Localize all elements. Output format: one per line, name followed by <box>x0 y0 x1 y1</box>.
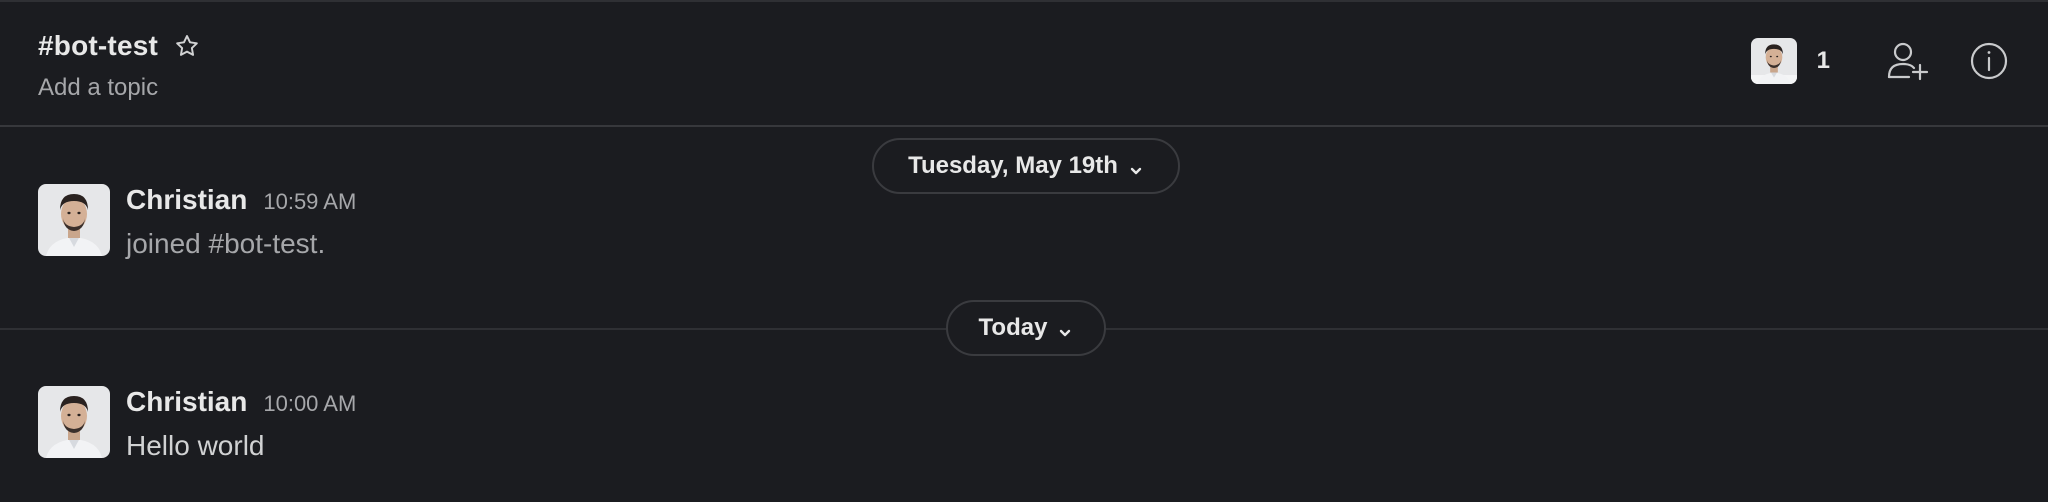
add-user-icon[interactable] <box>1884 38 1930 84</box>
message-body: Christian 10:59 AM joined #bot-test. <box>126 184 356 260</box>
message-meta: Christian 10:59 AM <box>126 184 356 220</box>
header-actions: 1 <box>1750 38 2012 84</box>
channel-header: #bot-test Add a topic 1 <box>0 2 2048 127</box>
message-author[interactable]: Christian <box>126 386 247 418</box>
date-divider-button[interactable]: Tuesday, May 19th <box>872 138 1180 194</box>
channel-view: #bot-test Add a topic 1 Tuesday, May 19t… <box>0 0 2048 502</box>
chevron-down-icon <box>1128 158 1144 175</box>
star-icon[interactable] <box>174 33 200 59</box>
avatar[interactable] <box>38 184 110 256</box>
avatar[interactable] <box>38 386 110 458</box>
members-button[interactable]: 1 <box>1750 38 1830 84</box>
message-meta: Christian 10:00 AM <box>126 386 356 422</box>
message-timestamp[interactable]: 10:00 AM <box>263 391 356 417</box>
date-divider-button[interactable]: Today <box>946 300 1106 356</box>
message-body: Christian 10:00 AM Hello world <box>126 386 356 462</box>
channel-topic[interactable]: Add a topic <box>38 74 158 102</box>
info-icon[interactable] <box>1966 38 2012 84</box>
channel-name[interactable]: #bot-test <box>38 30 158 62</box>
channel-title-row: #bot-test <box>38 30 200 62</box>
message-author[interactable]: Christian <box>126 184 247 216</box>
message-item: Christian 10:00 AM Hello world <box>38 386 356 462</box>
message-text: joined #bot-test. <box>126 228 326 259</box>
date-divider-label: Today <box>978 314 1048 341</box>
avatar <box>1750 38 1797 84</box>
chevron-down-icon <box>1057 320 1073 337</box>
date-divider-label: Tuesday, May 19th <box>908 152 1118 179</box>
message-timestamp[interactable]: 10:59 AM <box>263 189 356 215</box>
message-text: Hello world <box>126 430 265 461</box>
member-count: 1 <box>1816 47 1830 74</box>
message-item: Christian 10:59 AM joined #bot-test. <box>38 184 356 260</box>
